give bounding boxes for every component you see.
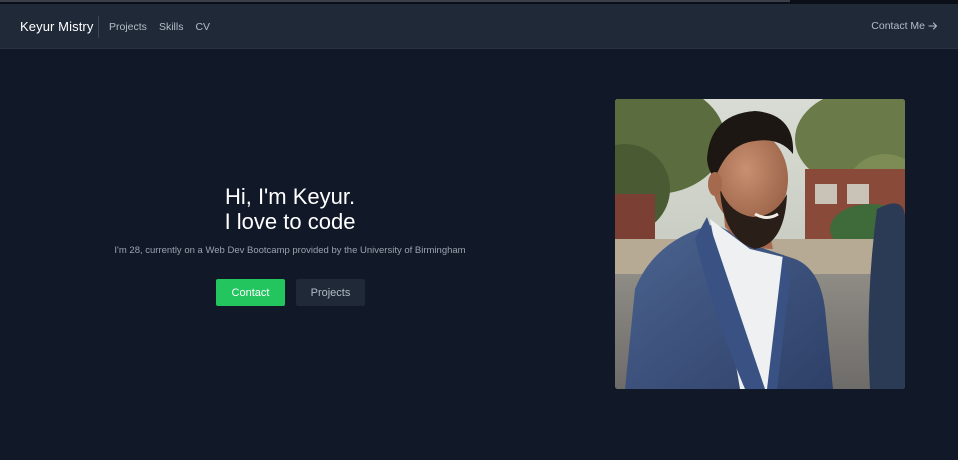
hero-title-line-2: I love to code (224, 209, 356, 234)
contact-me-label: Contact Me (871, 20, 925, 32)
profile-photo-image (615, 99, 905, 389)
nav-link-projects[interactable]: Projects (109, 21, 147, 33)
contact-button[interactable]: Contact (216, 279, 285, 306)
nav-link-cv[interactable]: CV (195, 21, 210, 33)
hero-text: Hi, I'm Keyur. I love to code I'm 28, cu… (80, 184, 500, 256)
navbar: Keyur Mistry Projects Skills CV Contact … (0, 4, 958, 49)
profile-photo (615, 99, 905, 389)
hero-buttons: Contact Projects (216, 279, 365, 306)
nav-link-skills[interactable]: Skills (159, 21, 184, 33)
contact-me-link[interactable]: Contact Me (871, 20, 938, 32)
projects-button[interactable]: Projects (296, 279, 365, 306)
arrow-right-icon (928, 22, 938, 30)
hero-subtitle: I'm 28, currently on a Web Dev Bootcamp … (114, 245, 466, 256)
brand-logo[interactable]: Keyur Mistry (20, 19, 93, 34)
hero-title-line-1: Hi, I'm Keyur. (224, 184, 356, 209)
nav-divider (98, 16, 99, 38)
nav-links: Projects Skills CV (109, 21, 210, 33)
hero-title: Hi, I'm Keyur. I love to code (80, 184, 500, 234)
